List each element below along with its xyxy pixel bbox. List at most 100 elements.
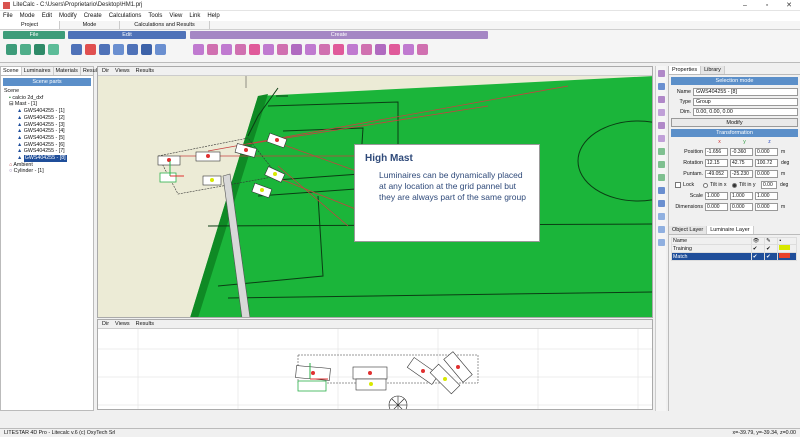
luminaires-2d[interactable]: [295, 351, 473, 395]
view-3d-menu-views[interactable]: Views: [115, 68, 130, 74]
ceiling-icon[interactable]: [361, 44, 372, 55]
dimensions-x-input[interactable]: 0.000: [705, 203, 728, 211]
tree-item[interactable]: ▪ calcio 2d_dxf: [4, 95, 93, 102]
fit-icon[interactable]: [658, 122, 665, 129]
building-icon[interactable]: [235, 44, 246, 55]
tree-item[interactable]: ▲ GWS404255 - [7]: [4, 148, 93, 155]
save-icon[interactable]: [34, 44, 45, 55]
new-file-icon[interactable]: [6, 44, 17, 55]
rotation-x-input[interactable]: 12.15: [705, 159, 728, 167]
dimensions-y-input[interactable]: 0.000: [730, 203, 753, 211]
menu-view[interactable]: View: [169, 13, 182, 19]
tab-object-layer[interactable]: Object Layer: [669, 226, 708, 234]
scale-y-input[interactable]: 1.000: [730, 192, 753, 200]
tilt-input[interactable]: 0.00: [761, 181, 777, 189]
tree-item[interactable]: ▲ GWS404255 - [5]: [4, 135, 93, 142]
settings-icon[interactable]: [658, 239, 665, 246]
menu-help[interactable]: Help: [207, 13, 219, 19]
tree-item[interactable]: Scene: [4, 88, 93, 95]
dimensions-z-input[interactable]: 0.000: [755, 203, 778, 211]
tab-calculations-results[interactable]: Calculations and Results: [120, 21, 210, 29]
tab-scene[interactable]: Scene: [1, 67, 22, 75]
dim-input[interactable]: 0.00, 0.00, 0.00: [693, 107, 798, 116]
move-icon[interactable]: [85, 44, 96, 55]
tab-properties[interactable]: Properties: [669, 66, 702, 74]
table-icon[interactable]: [319, 44, 330, 55]
rotation-z-input[interactable]: 100.72: [755, 159, 778, 167]
tab-luminaires[interactable]: Luminaires: [22, 67, 54, 75]
menu-link[interactable]: Link: [189, 13, 200, 19]
tree-item[interactable]: ▲ GWS404255 - [1]: [4, 108, 93, 115]
tree-view-icon[interactable]: [658, 148, 665, 155]
ungroup-icon[interactable]: [155, 44, 166, 55]
camera-icon[interactable]: [658, 226, 665, 233]
tab-project[interactable]: Project: [0, 21, 60, 29]
open-file-icon[interactable]: [20, 44, 31, 55]
tree-item[interactable]: ▲ GWS404255 - [3]: [4, 122, 93, 129]
aiming-x-input[interactable]: -49.052: [705, 170, 728, 178]
export-icon[interactable]: [48, 44, 59, 55]
maximize-button[interactable]: ▫: [756, 2, 778, 9]
layers-icon[interactable]: [658, 161, 665, 168]
light-icon[interactable]: [658, 135, 665, 142]
name-input[interactable]: GWS404255 - [8]: [693, 87, 798, 96]
view-2d[interactable]: Dir Views Results: [97, 319, 653, 410]
type-input[interactable]: Group: [693, 97, 798, 106]
tree-item[interactable]: ○ Cylinder - [1]: [4, 168, 93, 175]
cylinder-icon[interactable]: [291, 44, 302, 55]
editable-check-icon[interactable]: ✔: [764, 244, 779, 253]
tree-icon[interactable]: [347, 44, 358, 55]
text-icon[interactable]: [127, 44, 138, 55]
measure-icon[interactable]: [658, 187, 665, 194]
menu-edit[interactable]: Edit: [42, 13, 52, 19]
plan-2d-canvas[interactable]: [98, 329, 653, 410]
menu-tools[interactable]: Tools: [148, 13, 162, 19]
rotation-y-input[interactable]: 42.75: [730, 159, 753, 167]
layer-row-match[interactable]: Match ✔ ✔: [671, 252, 797, 261]
rotate-icon[interactable]: [99, 44, 110, 55]
view-3d-menu-dir[interactable]: Dir: [102, 68, 109, 74]
road-icon[interactable]: [249, 44, 260, 55]
minimize-button[interactable]: –: [734, 2, 756, 9]
zoom-icon[interactable]: [658, 83, 665, 90]
view-tool-icon[interactable]: [658, 70, 665, 77]
select-icon[interactable]: [71, 44, 82, 55]
position-x-input[interactable]: -1.656: [705, 148, 728, 156]
position-y-input[interactable]: -0.360: [730, 148, 753, 156]
view-2d-menu-views[interactable]: Views: [115, 321, 130, 327]
render-icon[interactable]: [658, 174, 665, 181]
scale-x-input[interactable]: 1.000: [705, 192, 728, 200]
tilt-x-radio[interactable]: [703, 182, 708, 188]
menu-calculations[interactable]: Calculations: [109, 13, 142, 19]
grid-toggle-icon[interactable]: [658, 200, 665, 207]
tilt-y-radio[interactable]: [732, 182, 737, 188]
tree-item[interactable]: ▲ GWS404255 - [4]: [4, 128, 93, 135]
snap-icon[interactable]: [658, 213, 665, 220]
pole-icon[interactable]: [375, 44, 386, 55]
close-button[interactable]: ✕: [778, 1, 800, 9]
menu-mode[interactable]: Mode: [20, 13, 35, 19]
visible-check-icon[interactable]: ✔: [750, 252, 766, 261]
layer-color-swatch[interactable]: [777, 252, 797, 261]
terrain-icon[interactable]: [263, 44, 274, 55]
tab-mode[interactable]: Mode: [60, 21, 120, 29]
pan-icon[interactable]: [658, 96, 665, 103]
box-icon[interactable]: [207, 44, 218, 55]
menu-file[interactable]: File: [3, 13, 13, 19]
view-2d-menu-dir[interactable]: Dir: [102, 321, 109, 327]
lock-checkbox[interactable]: [675, 182, 681, 188]
group-icon[interactable]: [141, 44, 152, 55]
view-3d-menu-results[interactable]: Results: [136, 68, 154, 74]
dome-icon[interactable]: [277, 44, 288, 55]
editable-check-icon[interactable]: ✔: [764, 252, 779, 261]
tree-item[interactable]: ⌂ Ambient: [4, 162, 93, 169]
tab-luminaire-layer[interactable]: Luminaire Layer: [707, 226, 754, 234]
tab-library[interactable]: Library: [701, 66, 725, 74]
modify-button[interactable]: Modify: [671, 118, 798, 127]
layer-row-training[interactable]: Training ✔ ✔: [671, 244, 797, 253]
tab-materials[interactable]: Materials: [54, 67, 81, 75]
visible-check-icon[interactable]: ✔: [750, 244, 766, 253]
view-2d-menu-results[interactable]: Results: [136, 321, 154, 327]
grid-icon[interactable]: [417, 44, 428, 55]
arrow-icon[interactable]: [389, 44, 400, 55]
